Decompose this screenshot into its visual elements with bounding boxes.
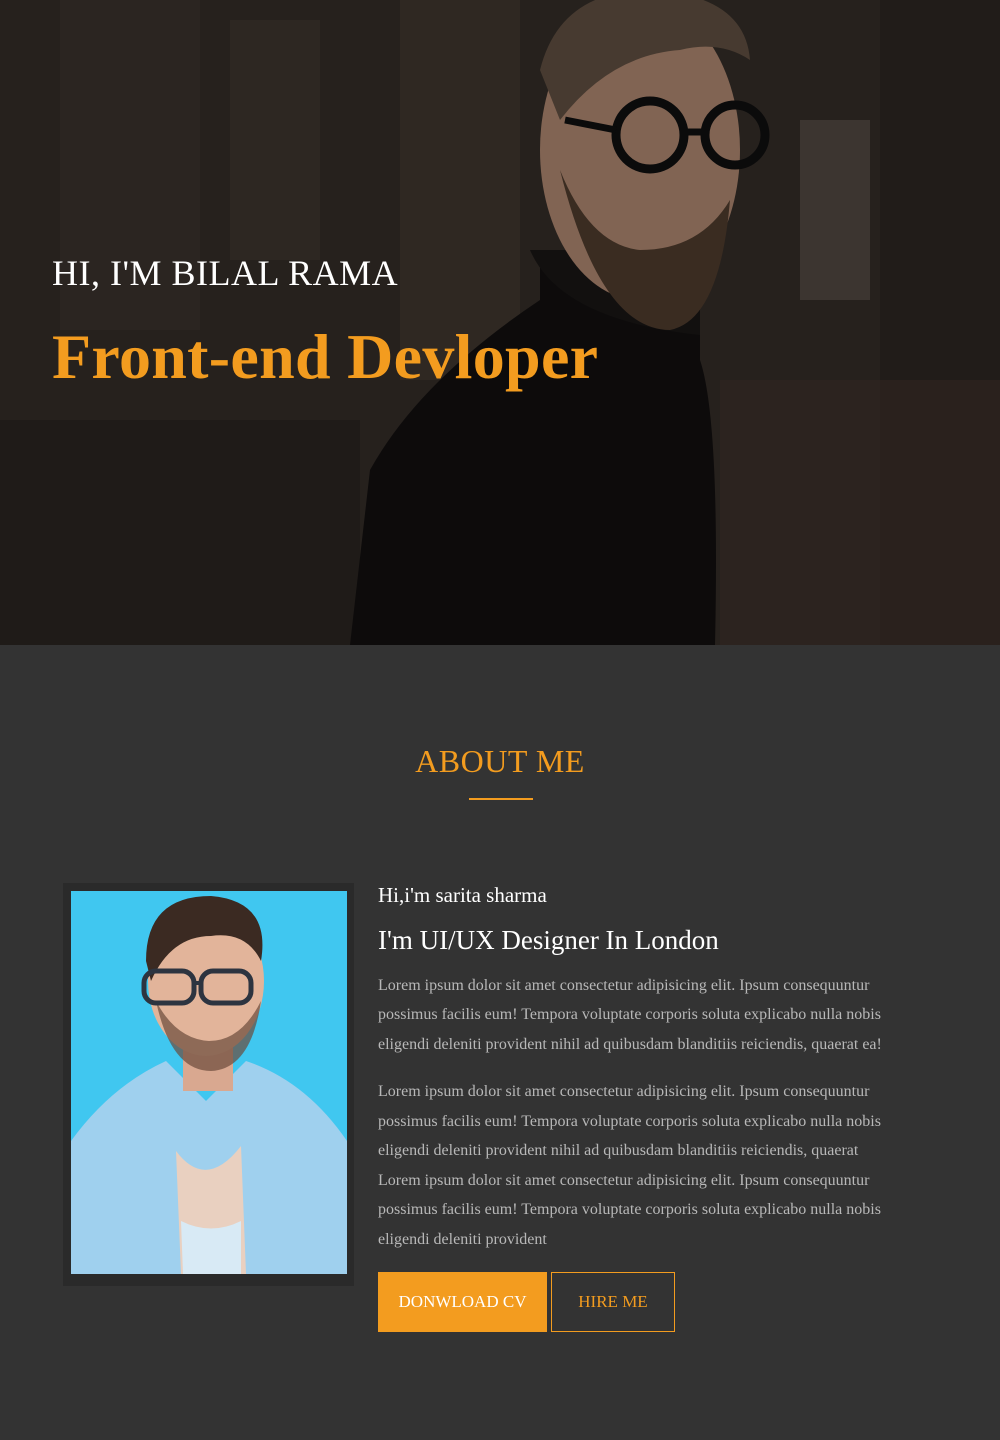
download-cv-button[interactable]: DONWLOAD CV (378, 1272, 547, 1332)
about-text-block: Hi,i'm sarita sharma I'm UI/UX Designer … (378, 883, 898, 1254)
profile-photo-frame (63, 883, 354, 1286)
about-paragraph-1: Lorem ipsum dolor sit amet consectetur a… (378, 976, 882, 1053)
hero-title: Front-end Devloper (52, 321, 599, 392)
hire-me-button[interactable]: HIRE ME (551, 1272, 675, 1332)
about-heading: ABOUT ME (415, 743, 585, 779)
about-section: ABOUT ME Hi,i'm sarita sharma I'm UI/UX … (0, 645, 1000, 1440)
role-title: I'm UI/UX Designer In London (378, 925, 719, 956)
hero-greeting: HI, I'M BILAL RAMA (52, 253, 399, 293)
action-buttons: DONWLOAD CV HIRE ME (378, 1272, 675, 1332)
intro-text: Hi,i'm sarita sharma (378, 883, 547, 907)
heading-underline (469, 798, 533, 800)
hero-section: HI, I'M BILAL RAMA Front-end Devloper (0, 0, 1000, 645)
profile-photo (71, 891, 347, 1274)
about-paragraph-2: Lorem ipsum dolor sit amet consectetur a… (378, 1083, 881, 1248)
